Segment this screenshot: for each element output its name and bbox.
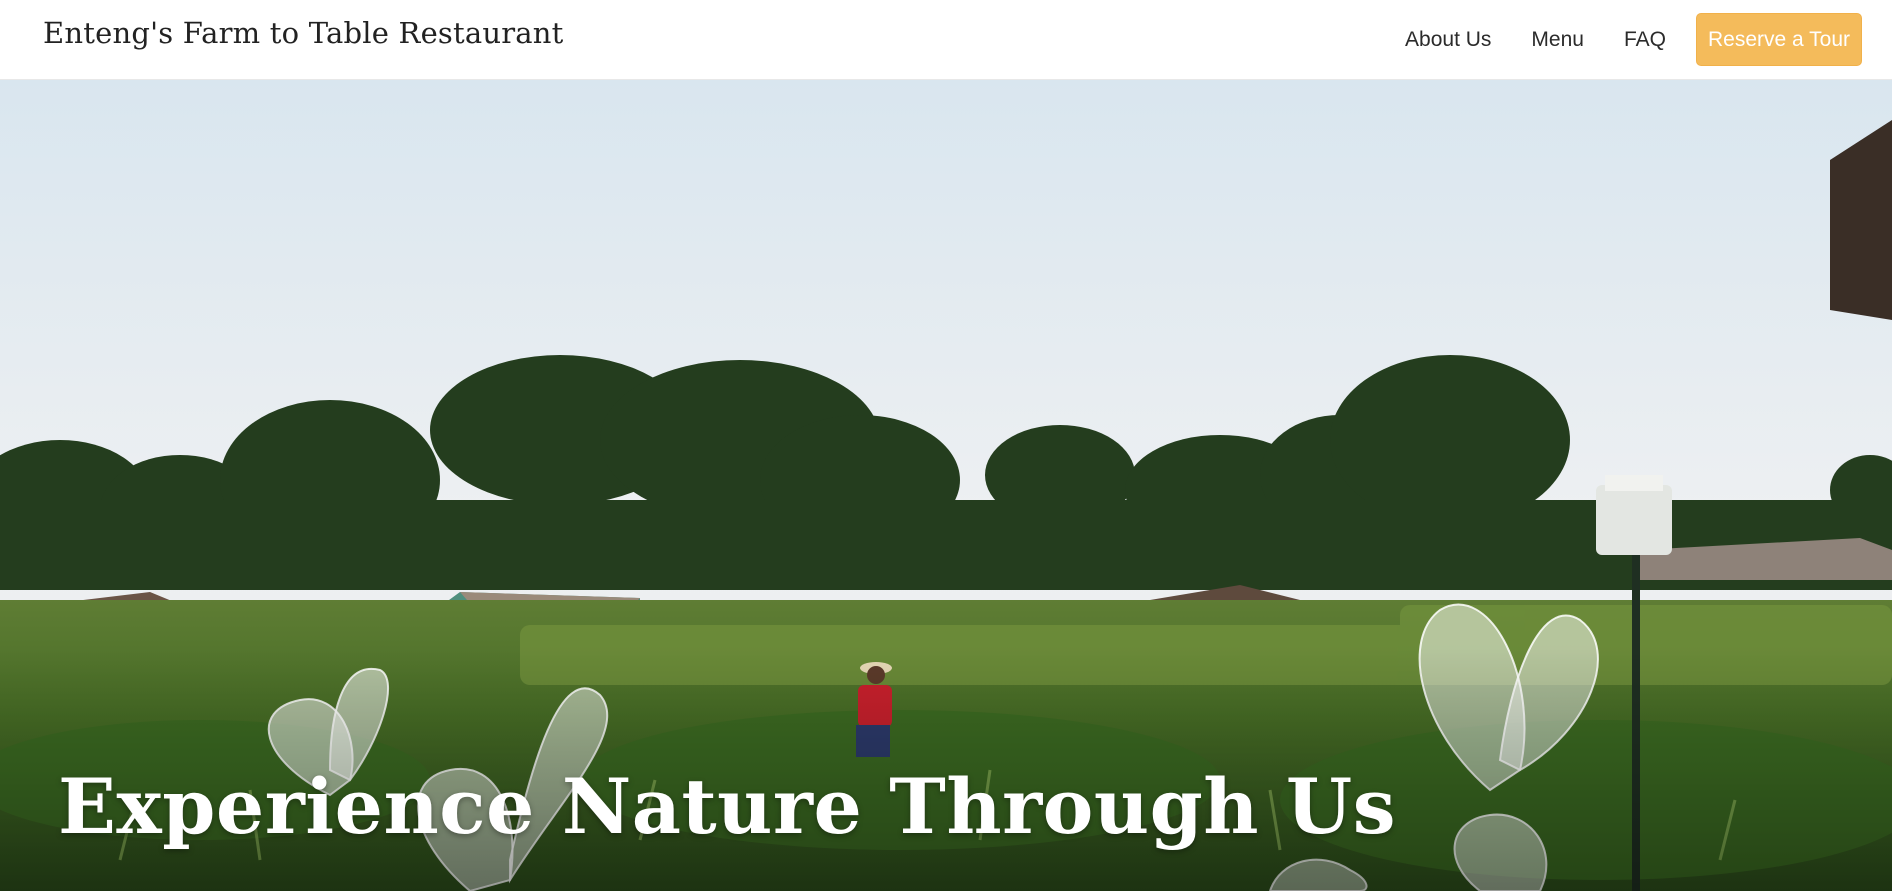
hero-title: Experience Nature Through Us <box>58 762 1396 851</box>
site-brand[interactable]: Enteng's Farm to Table Restaurant <box>43 16 564 50</box>
hero-section: Experience Nature Through Us <box>0 80 1892 891</box>
nav-link-menu[interactable]: Menu <box>1531 15 1584 65</box>
nav-links: About Us Menu FAQ Reserve a Tour <box>1405 13 1862 66</box>
nav-link-faq[interactable]: FAQ <box>1624 15 1666 65</box>
top-navbar: Enteng's Farm to Table Restaurant About … <box>0 0 1892 80</box>
nav-link-about-us[interactable]: About Us <box>1405 15 1491 65</box>
reserve-tour-button[interactable]: Reserve a Tour <box>1695 13 1862 66</box>
